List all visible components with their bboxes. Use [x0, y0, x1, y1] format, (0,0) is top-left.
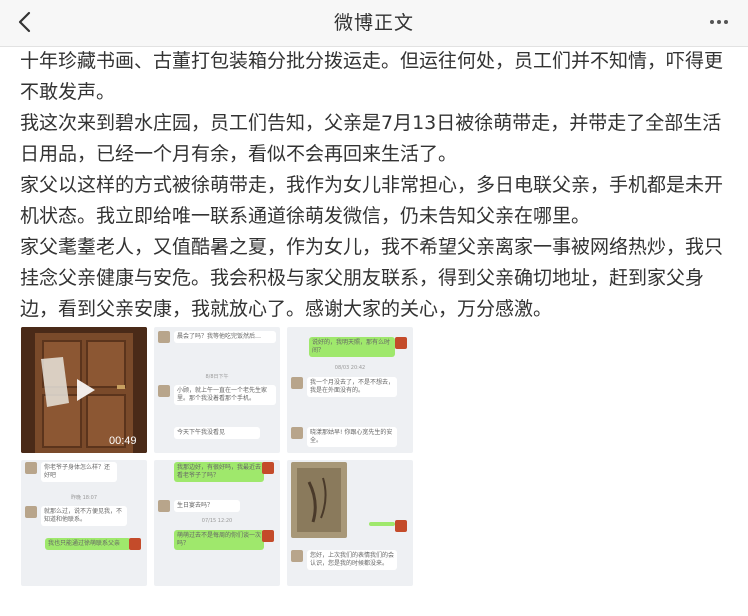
- avatar: [262, 530, 274, 542]
- avatar: [158, 385, 170, 397]
- chat-bubble: 今天下午我没看见: [174, 427, 260, 439]
- media-grid: 00:49 晨会了吗？我等他吃完饭然后… 8/8日下午 小顾，就上午一直在一个老…: [21, 327, 413, 591]
- chat-bubble: 我也只能通过徐萌联系父亲: [45, 538, 131, 550]
- avatar: [395, 337, 407, 349]
- avatar: [291, 550, 303, 562]
- chat-timestamp: 08/03 20:42: [334, 365, 366, 371]
- chat-bubble: [369, 522, 395, 526]
- chat-bubble: 您好，上次我们的表情我们的会认识，您是我的时候都没来。: [307, 550, 397, 570]
- chat-screenshot[interactable]: 说好的，我明天照，那有么时间？ 08/03 20:42 我一个月没去了，不是不想…: [287, 327, 413, 453]
- avatar: [291, 427, 303, 439]
- post-body: 十年珍藏书画、古董打包装箱分批分拨运走。但运往何处，员工们并不知情，吓得更不敢发…: [20, 46, 732, 325]
- avatar: [291, 377, 303, 389]
- more-dots-icon[interactable]: [704, 8, 734, 36]
- chat-bubble: 晓漾那姑早! 你跟心宽先生的安全。: [307, 427, 397, 447]
- post-paragraph: 十年珍藏书画、古董打包装箱分批分拨运走。但运往何处，员工们并不知情，吓得更不敢发…: [20, 50, 724, 103]
- post-paragraph: 家父以这样的方式被徐萌带走，我作为女儿非常担心，多日电联父亲，手机都是未开机状态…: [20, 174, 724, 227]
- chat-screenshot[interactable]: 我那边好，有很好吗，我最近去看老爷子了吗？ 生日宴去吗？ 07/15 12:20…: [154, 460, 280, 586]
- chat-bubble: 我那边好，有很好吗，我最近去看老爷子了吗？: [174, 462, 264, 482]
- chat-screenshot[interactable]: 你老爷子身体怎么样？还好吧 昨晚 18:07 就那么过，说不方便见我，不知道和他…: [21, 460, 147, 586]
- chat-timestamp: 昨晚 18:07: [71, 495, 97, 501]
- chat-bubble: 萌萌过去不是每周的你们谈一次吗？: [174, 530, 264, 550]
- avatar: [25, 506, 37, 518]
- page-title: 微博正文: [333, 12, 414, 34]
- avatar: [158, 331, 170, 343]
- chat-timestamp: 07/15 12:20: [201, 518, 233, 524]
- avatar: [158, 500, 170, 512]
- chat-bubble: 晨会了吗？我等他吃完饭然后…: [174, 331, 276, 343]
- calligraphy-picture: [291, 462, 347, 538]
- video-thumbnail[interactable]: 00:49: [21, 327, 147, 453]
- post-paragraph: 家父耄耋老人，又值酷暑之夏，作为女儿，我不希望父亲离家一事被网络热炒，我只挂念父…: [20, 236, 724, 320]
- play-icon[interactable]: [69, 375, 99, 405]
- chat-timestamp: 8/8日下午: [205, 374, 229, 380]
- top-navbar: 微博正文: [0, 0, 748, 47]
- chat-bubble: 你老爷子身体怎么样？还好吧: [41, 462, 117, 482]
- chat-bubble: 说好的，我明天照，那有么时间？: [309, 337, 395, 357]
- avatar: [129, 538, 141, 550]
- video-duration: 00:49: [109, 435, 137, 447]
- avatar: [395, 520, 407, 532]
- avatar: [262, 462, 274, 474]
- chat-bubble: 生日宴去吗？: [174, 500, 240, 512]
- chat-bubble: 小顾，就上午一直在一个老先生家里。那个我没着看那个手机。: [174, 385, 276, 405]
- post-paragraph: 我这次来到碧水庄园，员工们告知，父亲是7月13日被徐萌带走，并带走了全部生活日用…: [20, 112, 722, 165]
- avatar: [25, 462, 37, 474]
- chat-bubble: 就那么过，说不方便见我，不知道和他联系。: [41, 506, 127, 526]
- chat-screenshot[interactable]: 晨会了吗？我等他吃完饭然后… 8/8日下午 小顾，就上午一直在一个老先生家里。那…: [154, 327, 280, 453]
- chat-screenshot[interactable]: 您好，上次我们的表情我们的会认识，您是我的时候都没来。: [287, 460, 413, 586]
- chat-bubble: 我一个月没去了，不是不想去，我是在外面没有的。: [307, 377, 397, 397]
